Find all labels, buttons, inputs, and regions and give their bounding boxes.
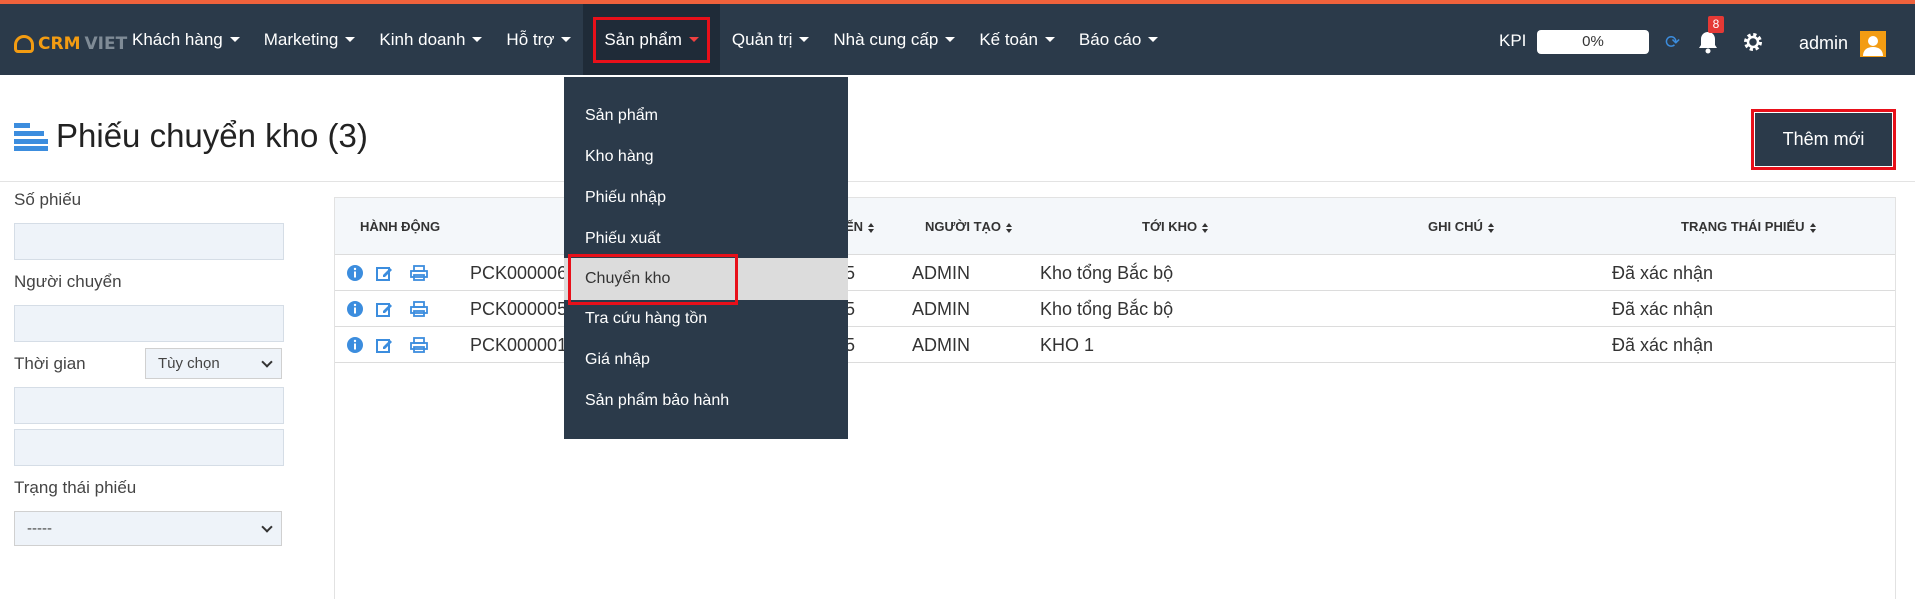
cell-code[interactable]: PCK000001 (470, 335, 567, 356)
info-icon[interactable] (346, 264, 364, 282)
notification-badge: 8 (1708, 16, 1724, 33)
menu-item-gia-nhap[interactable]: Giá nhập (564, 340, 848, 380)
info-icon[interactable] (346, 336, 364, 354)
menu-item-tra-cuu-hang-ton[interactable]: Tra cứu hàng tồn (564, 299, 848, 339)
main-nav: Khách hàng Marketing Kinh doanh Hỗ trợ S… (120, 4, 1170, 75)
cell-to-warehouse: Kho tổng Bắc bộ (1040, 299, 1174, 319)
th-to-warehouse[interactable]: Tới kho (1142, 219, 1209, 234)
nav-item-san-pham-highlight: Sản phẩm (593, 16, 710, 63)
cell-to-warehouse: Kho tổng Bắc bộ (1040, 263, 1174, 283)
cell-creator: ADMIN (912, 263, 970, 283)
kpi-progress: 0% (1537, 30, 1649, 54)
th-status[interactable]: Trạng thái phiếu (1681, 219, 1816, 234)
nguoi-chuyen-input[interactable] (14, 305, 284, 342)
caret-down-icon (688, 37, 699, 42)
nav-item-khach-hang[interactable]: Khách hàng (120, 4, 252, 75)
th-partial[interactable]: ẾN (845, 219, 875, 234)
caret-down-icon (1044, 37, 1055, 42)
brand-logo[interactable]: CRM VIET (14, 34, 127, 54)
menu-item-san-pham-bao-hanh[interactable]: Sản phẩm bảo hành (564, 381, 848, 421)
user-icon (1863, 36, 1883, 56)
sort-icon (1202, 223, 1209, 233)
print-icon[interactable] (410, 300, 428, 318)
print-icon[interactable] (410, 264, 428, 282)
cell-to-warehouse: KHO 1 (1040, 335, 1095, 355)
logo-icon (14, 35, 34, 53)
nav-item-marketing[interactable]: Marketing (252, 4, 368, 75)
menu-item-kho-hang[interactable]: Kho hàng (564, 137, 848, 177)
caret-down-icon (229, 37, 240, 42)
nav-item-san-pham[interactable]: Sản phẩm (583, 4, 720, 75)
menu-item-san-pham[interactable]: Sản phẩm (564, 96, 848, 136)
filter-label-trang-thai: Trạng thái phiếu (14, 478, 137, 497)
th-note[interactable]: Ghi chú (1428, 219, 1494, 234)
caret-down-icon (945, 37, 956, 42)
sort-icon (1487, 223, 1494, 233)
logo-text-crm: CRM (38, 34, 81, 54)
caret-down-icon (561, 37, 572, 42)
th-action: Hành động (360, 219, 441, 234)
caret-down-icon (345, 37, 356, 42)
trang-thai-select-value: ----- (27, 520, 52, 537)
filter-label-thoi-gian: Thời gian (14, 354, 86, 373)
cell-code[interactable]: PCK000005 (470, 299, 567, 320)
chevron-down-icon (261, 520, 273, 533)
nav-item-quan-tri[interactable]: Quản trị (720, 4, 821, 75)
thoi-gian-from-input[interactable] (14, 387, 284, 424)
thoi-gian-select-value: Tùy chọn (158, 355, 220, 372)
cell-status: Đã xác nhận (1612, 299, 1714, 319)
page-title: Phiếu chuyển kho (3) (56, 117, 368, 154)
print-icon[interactable] (410, 336, 428, 354)
cell-code[interactable]: PCK000006 (470, 263, 567, 284)
caret-down-icon (472, 37, 483, 42)
nav-item-bao-cao[interactable]: Báo cáo (1067, 4, 1170, 75)
trang-thai-select[interactable]: ----- (14, 511, 282, 546)
th-creator[interactable]: Người tạo (925, 219, 1013, 234)
filter-label-nguoi-chuyen: Người chuyển (14, 272, 122, 291)
cell-status: Đã xác nhận (1612, 263, 1714, 283)
user-name[interactable]: admin (1799, 33, 1848, 54)
avatar[interactable] (1860, 31, 1886, 57)
nav-item-ke-toan[interactable]: Kế toán (967, 4, 1067, 75)
nav-item-nha-cung-cap[interactable]: Nhà cung cấp (821, 4, 967, 75)
sort-icon (868, 223, 875, 233)
menu-item-phieu-xuat[interactable]: Phiếu xuất (564, 219, 848, 259)
info-icon[interactable] (346, 300, 364, 318)
kpi-label: KPI (1499, 31, 1527, 50)
header-divider (0, 181, 1915, 182)
sort-icon (1809, 223, 1816, 233)
edit-icon[interactable] (375, 300, 393, 318)
edit-icon[interactable] (375, 264, 393, 282)
cell-status: Đã xác nhận (1612, 335, 1714, 355)
list-icon (14, 123, 48, 151)
sort-icon (1006, 223, 1013, 233)
top-navbar: CRM VIET Khách hàng Marketing Kinh doanh… (0, 0, 1915, 75)
so-phieu-input[interactable] (14, 223, 284, 260)
chevron-down-icon (261, 355, 273, 368)
caret-down-icon (799, 37, 810, 42)
refresh-icon[interactable]: ⟳ (1665, 32, 1680, 53)
add-new-button[interactable]: Thêm mới (1755, 113, 1892, 166)
edit-icon[interactable] (375, 336, 393, 354)
bell-icon[interactable] (1697, 30, 1719, 54)
chuyen-kho-highlight (568, 254, 738, 305)
nav-item-kinh-doanh[interactable]: Kinh doanh (367, 4, 494, 75)
caret-down-icon (1148, 37, 1159, 42)
thoi-gian-to-input[interactable] (14, 429, 284, 466)
filter-label-so-phieu: Số phiếu (14, 190, 82, 209)
menu-item-phieu-nhap[interactable]: Phiếu nhập (564, 178, 848, 218)
gear-icon[interactable] (1742, 31, 1764, 53)
cell-creator: ADMIN (912, 335, 970, 355)
cell-creator: ADMIN (912, 299, 970, 319)
thoi-gian-select[interactable]: Tùy chọn (145, 348, 282, 379)
nav-item-ho-tro[interactable]: Hỗ trợ (494, 4, 583, 75)
